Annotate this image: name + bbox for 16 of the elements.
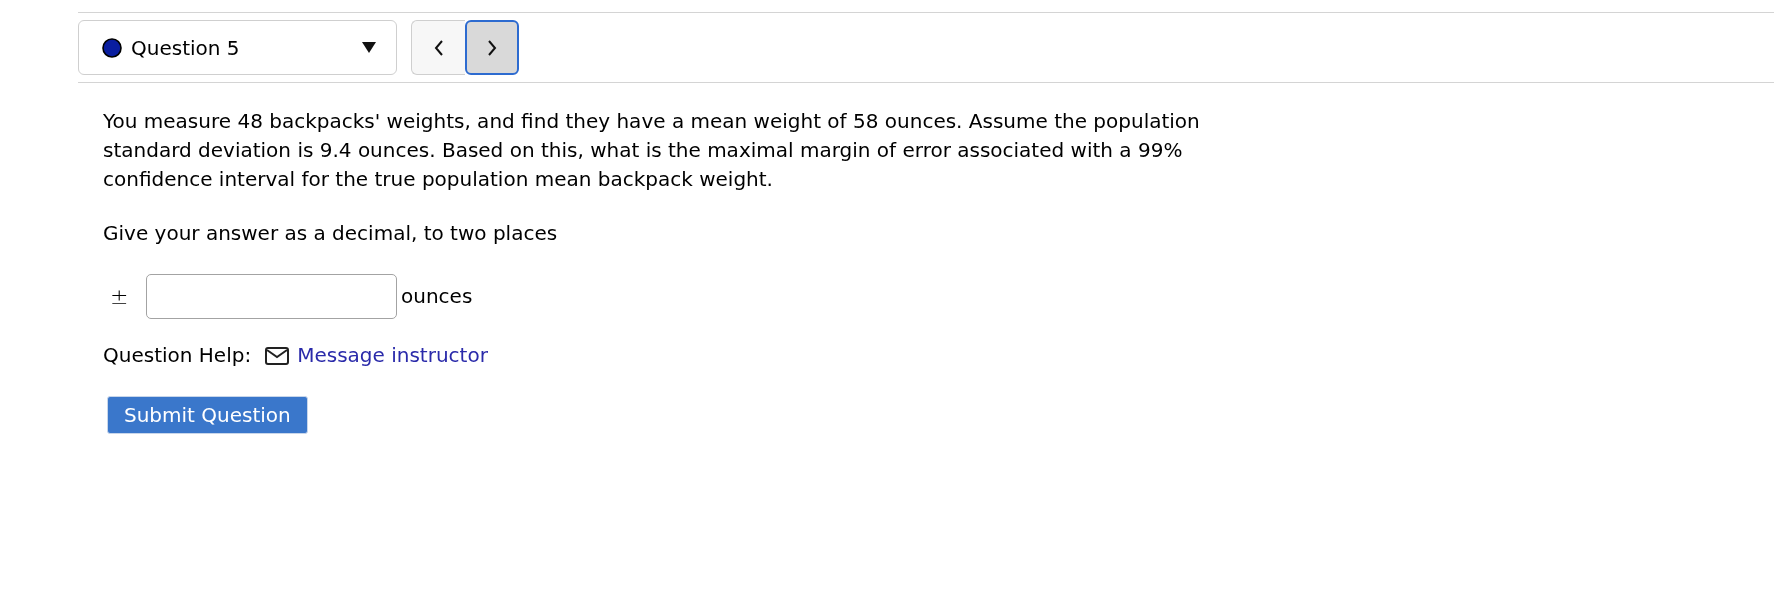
instruction-text: Give your answer as a decimal, to two places (103, 220, 558, 247)
next-button[interactable] (465, 20, 519, 75)
message-instructor-link[interactable]: Message instructor (297, 341, 488, 370)
unit-label: ounces (401, 283, 473, 310)
chevron-left-icon (433, 39, 444, 56)
question-select[interactable]: Question 5 (78, 20, 397, 75)
question-label: Question 5 (131, 34, 241, 62)
caret-icon (362, 42, 376, 53)
plus-minus-sign: ± (110, 283, 130, 311)
mail-icon (265, 346, 290, 365)
answer-field[interactable] (146, 274, 397, 319)
question-text: You measure 48 backpacks' weights, and find they have a mean weight of 58 ounces. Assume the population standard deviation is 9.4 ounces. Based on this, what is the maximal margin of error associated with a 99% confidence interval for the true population mean backpack weight. (103, 108, 1201, 193)
chevron-right-icon (487, 39, 497, 56)
status-dot-icon (102, 37, 122, 58)
submit-button[interactable]: Submit Question (107, 396, 308, 434)
help-label: Question Help: (103, 342, 252, 369)
